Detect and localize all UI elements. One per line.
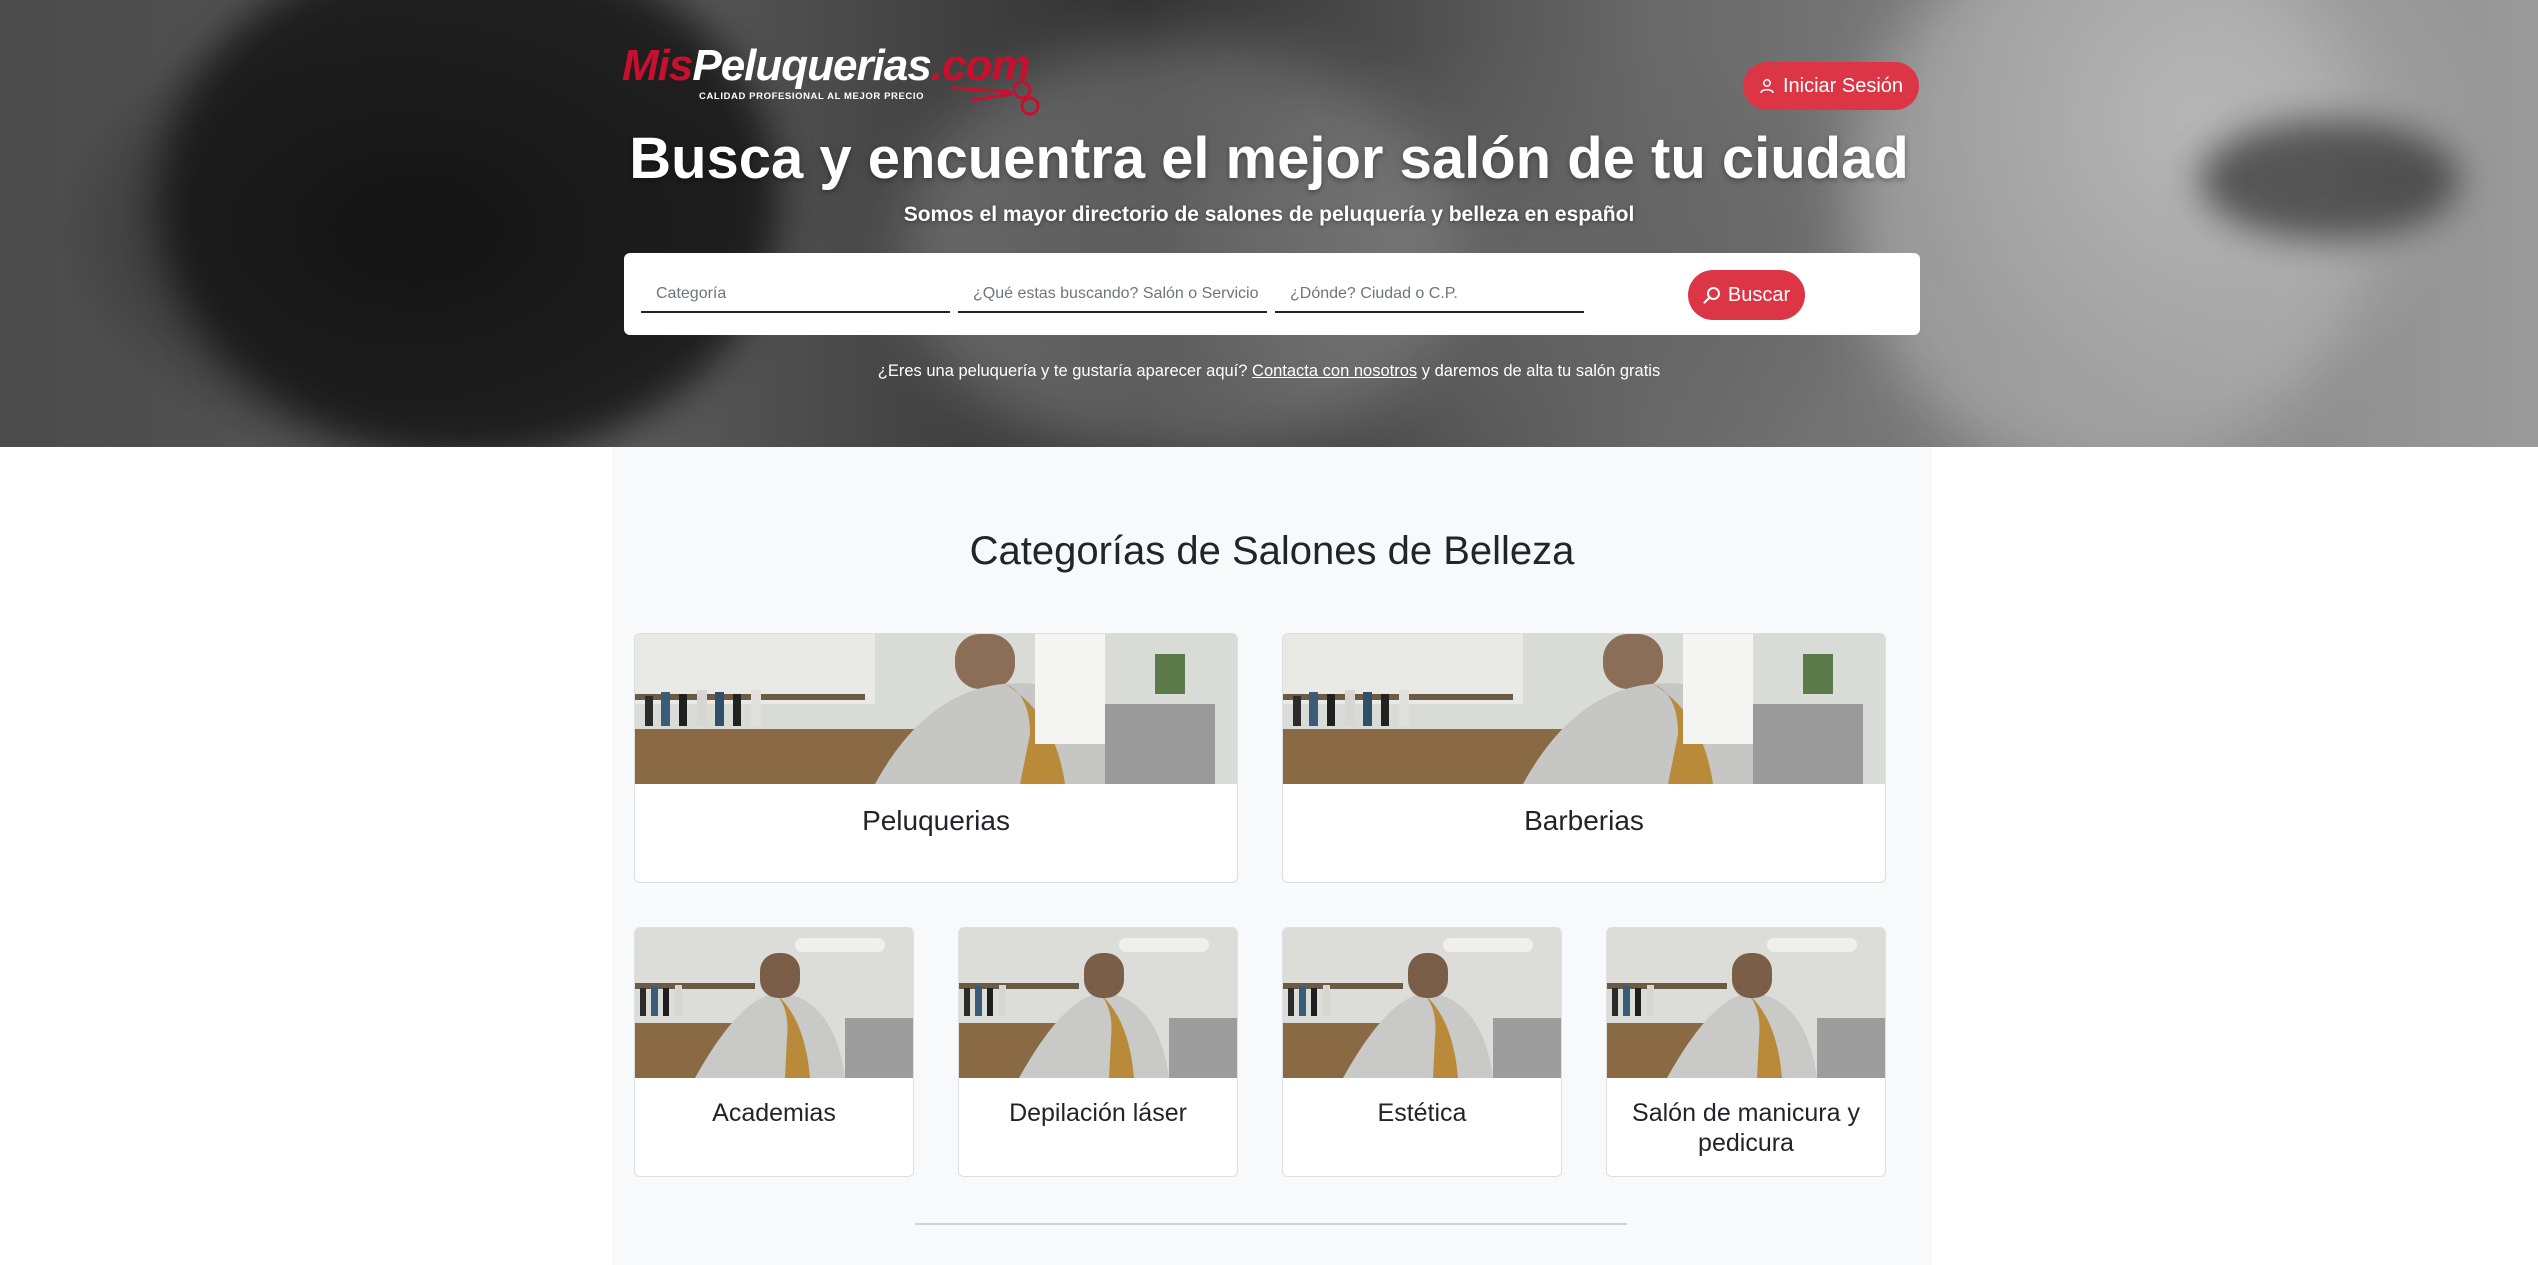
listing-invitation: ¿Eres una peluquería y te gustaría apare… <box>0 360 2538 382</box>
login-label: Iniciar Sesión <box>1782 74 1904 97</box>
category-title: Salón de manicura y pedicura <box>1632 1099 1860 1157</box>
category-image <box>1607 928 1885 1078</box>
category-title: Depilación láser <box>1009 1099 1187 1127</box>
scissors-icon <box>952 80 1040 116</box>
logo-part-peluquerias: Peluquerias <box>692 41 931 90</box>
categories-section: Categorías de Salones de Belleza Peluque… <box>612 447 1932 1265</box>
location-input[interactable] <box>1275 277 1584 313</box>
hero-subtitle: Somos el mayor directorio de salones de … <box>903 203 1635 226</box>
category-title: Peluquerias <box>862 805 1010 836</box>
search-form: Buscar <box>624 253 1920 335</box>
section-divider <box>915 1223 1627 1225</box>
category-image <box>959 928 1237 1078</box>
listing-invitation-text: ¿Eres una peluquería y te gustaría apare… <box>877 362 1248 380</box>
category-card-depilacion-laser[interactable]: Depilación láser <box>958 927 1238 1177</box>
category-image <box>1283 928 1561 1078</box>
category-title: Estética <box>1377 1099 1467 1127</box>
category-card-manicura-pedicura[interactable]: Salón de manicura y pedicura <box>1606 927 1886 1177</box>
category-card-academias[interactable]: Academias <box>634 927 914 1177</box>
contact-link[interactable]: Contacta con nosotros <box>1252 362 1417 380</box>
category-card-peluquerias[interactable]: Peluquerias <box>634 633 1238 883</box>
site-logo[interactable]: MisPeluquerias.com CALIDAD PROFESIONAL A… <box>622 38 1082 120</box>
category-input[interactable] <box>641 277 950 313</box>
service-search-input[interactable] <box>958 277 1267 313</box>
search-button-label: Buscar <box>1727 283 1791 306</box>
search-button[interactable]: Buscar <box>1688 270 1805 320</box>
category-title: Academias <box>712 1099 836 1127</box>
hero-title: Busca y encuentra el mejor salón de tu c… <box>629 126 1909 191</box>
category-title: Barberias <box>1524 805 1644 836</box>
search-icon <box>1703 287 1720 304</box>
logo-part-mis: Mis <box>622 41 693 90</box>
category-image <box>635 928 913 1078</box>
category-image <box>1283 634 1885 784</box>
logo-tagline: CALIDAD PROFESIONAL AL MEJOR PRECIO <box>699 91 925 102</box>
section-title: Categorías de Salones de Belleza <box>969 529 1575 573</box>
category-card-barberias[interactable]: Barberias <box>1282 633 1886 883</box>
login-button[interactable]: Iniciar Sesión <box>1743 62 1919 110</box>
listing-invitation-text-end: y daremos de alta tu salón gratis <box>1421 362 1661 380</box>
hero-banner: MisPeluquerias.com CALIDAD PROFESIONAL A… <box>0 0 2538 447</box>
category-card-estetica[interactable]: Estética <box>1282 927 1562 1177</box>
category-image <box>635 634 1237 784</box>
user-icon <box>1760 79 1774 94</box>
